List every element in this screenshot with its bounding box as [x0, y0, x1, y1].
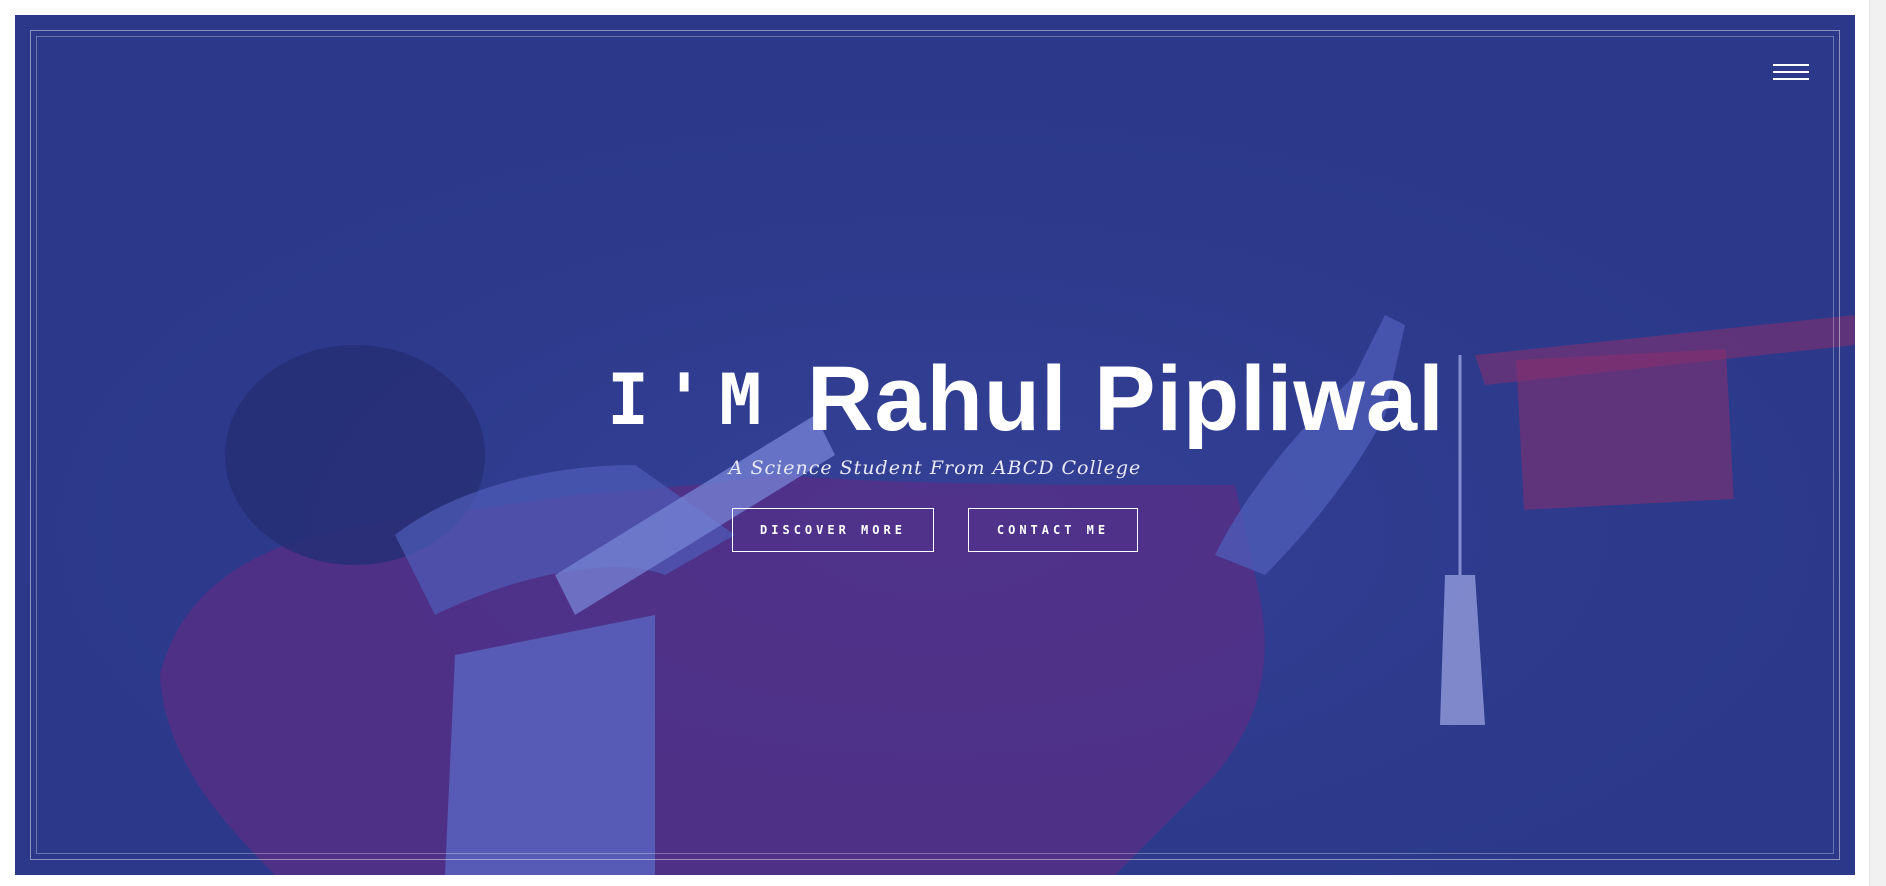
menu-line [1773, 71, 1809, 73]
hero-subtitle: A Science Student From ABCD College [728, 457, 1142, 479]
headline-intro: I'M [607, 359, 776, 442]
headline-name: Rahul Pipliwal [807, 348, 1445, 451]
page-scrollbar[interactable] [1869, 0, 1886, 886]
discover-more-button[interactable]: DISCOVER MORE [732, 508, 934, 552]
menu-line [1773, 64, 1809, 66]
contact-me-button[interactable]: CONTACT ME [968, 508, 1138, 552]
menu-line [1773, 78, 1809, 80]
hamburger-menu-icon[interactable] [1773, 57, 1811, 87]
page: I'M Rahul Pipliwal A Science Student Fro… [0, 0, 1886, 886]
